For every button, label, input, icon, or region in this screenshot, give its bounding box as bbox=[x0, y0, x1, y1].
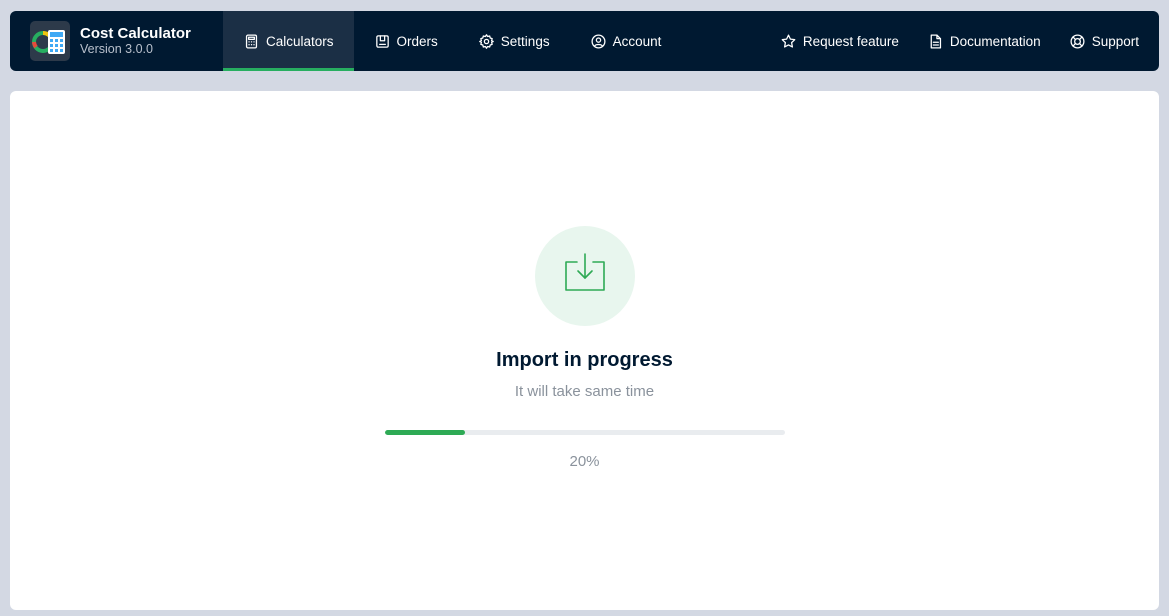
import-icon-circle bbox=[535, 226, 635, 326]
nav-tab-settings[interactable]: Settings bbox=[458, 11, 570, 71]
nav-tab-label: Orders bbox=[396, 33, 438, 49]
documentation-link[interactable]: Documentation bbox=[913, 11, 1055, 71]
lifebuoy-icon bbox=[1069, 33, 1086, 50]
import-progress-label: 20% bbox=[569, 453, 600, 470]
star-icon bbox=[780, 33, 797, 50]
nav-tab-label: Account bbox=[612, 33, 662, 49]
nav-link-label: Support bbox=[1091, 33, 1139, 49]
import-progress-fill bbox=[385, 430, 465, 435]
document-icon bbox=[927, 33, 944, 50]
nav-tab-label: Settings bbox=[500, 33, 550, 49]
import-title: Import in progress bbox=[496, 349, 673, 371]
request-feature-link[interactable]: Request feature bbox=[766, 11, 913, 71]
import-progress-bar bbox=[385, 430, 785, 435]
app-version: Version 3.0.0 bbox=[80, 42, 153, 57]
calculator-logo-icon bbox=[30, 21, 70, 61]
top-navbar: Cost Calculator Version 3.0.0 Calculator… bbox=[10, 11, 1159, 71]
gear-icon bbox=[478, 33, 495, 50]
main-content-panel: Import in progress It will take same tim… bbox=[10, 91, 1159, 610]
nav-tab-orders[interactable]: Orders bbox=[354, 11, 458, 71]
user-circle-icon bbox=[590, 33, 607, 50]
nav-tab-label: Calculators bbox=[266, 33, 334, 49]
nav-link-label: Documentation bbox=[949, 33, 1041, 49]
import-subtitle: It will take same time bbox=[514, 383, 655, 400]
nav-tab-account[interactable]: Account bbox=[570, 11, 682, 71]
brand[interactable]: Cost Calculator Version 3.0.0 bbox=[10, 11, 223, 71]
orders-icon bbox=[374, 33, 391, 50]
app-title: Cost Calculator bbox=[80, 25, 191, 43]
calculator-icon bbox=[243, 33, 260, 50]
nav-tab-calculators[interactable]: Calculators bbox=[223, 11, 354, 71]
support-link[interactable]: Support bbox=[1055, 11, 1153, 71]
nav-link-label: Request feature bbox=[802, 33, 899, 49]
import-download-icon bbox=[563, 252, 607, 301]
